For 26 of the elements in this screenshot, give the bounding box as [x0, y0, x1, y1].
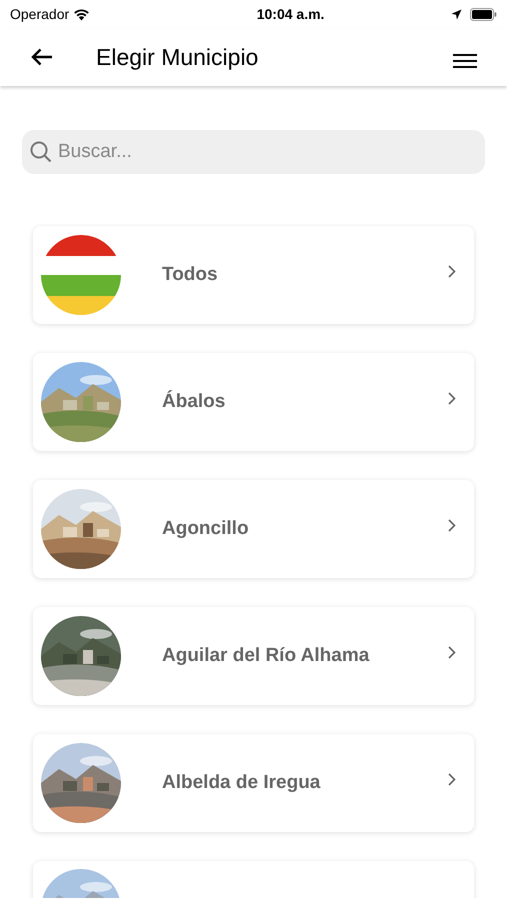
municipality-name: Albelda de Iregua — [162, 770, 322, 795]
battery-icon — [470, 8, 497, 20]
chevron-right-icon — [448, 772, 456, 786]
chevron-right-icon — [448, 392, 456, 404]
back-arrow-icon — [31, 48, 53, 66]
search-icon — [30, 141, 52, 163]
chevron-right-icon — [448, 264, 456, 278]
status-time: 10:04 a.m. — [256, 4, 324, 24]
municipality-name: Aguilar del Río Alhama — [162, 644, 370, 668]
chevron-right-icon — [448, 518, 456, 532]
chevron-right-icon — [448, 646, 456, 658]
location-arrow-icon — [451, 8, 462, 20]
municipality-card[interactable]: Albelda de Iregua — [33, 734, 474, 832]
municipality-name: Ábalos — [162, 389, 226, 414]
wifi-icon — [73, 8, 90, 20]
search-field[interactable]: Buscar... — [22, 130, 485, 174]
carrier-name: Operador — [10, 4, 70, 24]
municipality-name: Agoncillo — [162, 516, 250, 541]
menu-button[interactable] — [453, 53, 477, 69]
municipality-name: Todos — [162, 262, 219, 287]
menu-icon — [453, 53, 477, 69]
municipality-card[interactable]: Aguilar del Río Alhama — [33, 607, 474, 705]
municipality-card[interactable]: Todos — [33, 226, 474, 324]
page-title: Elegir Municipio — [96, 42, 258, 72]
municipality-card[interactable]: Ábalos — [33, 353, 474, 451]
municipality-card[interactable]: Agoncillo — [33, 480, 474, 578]
